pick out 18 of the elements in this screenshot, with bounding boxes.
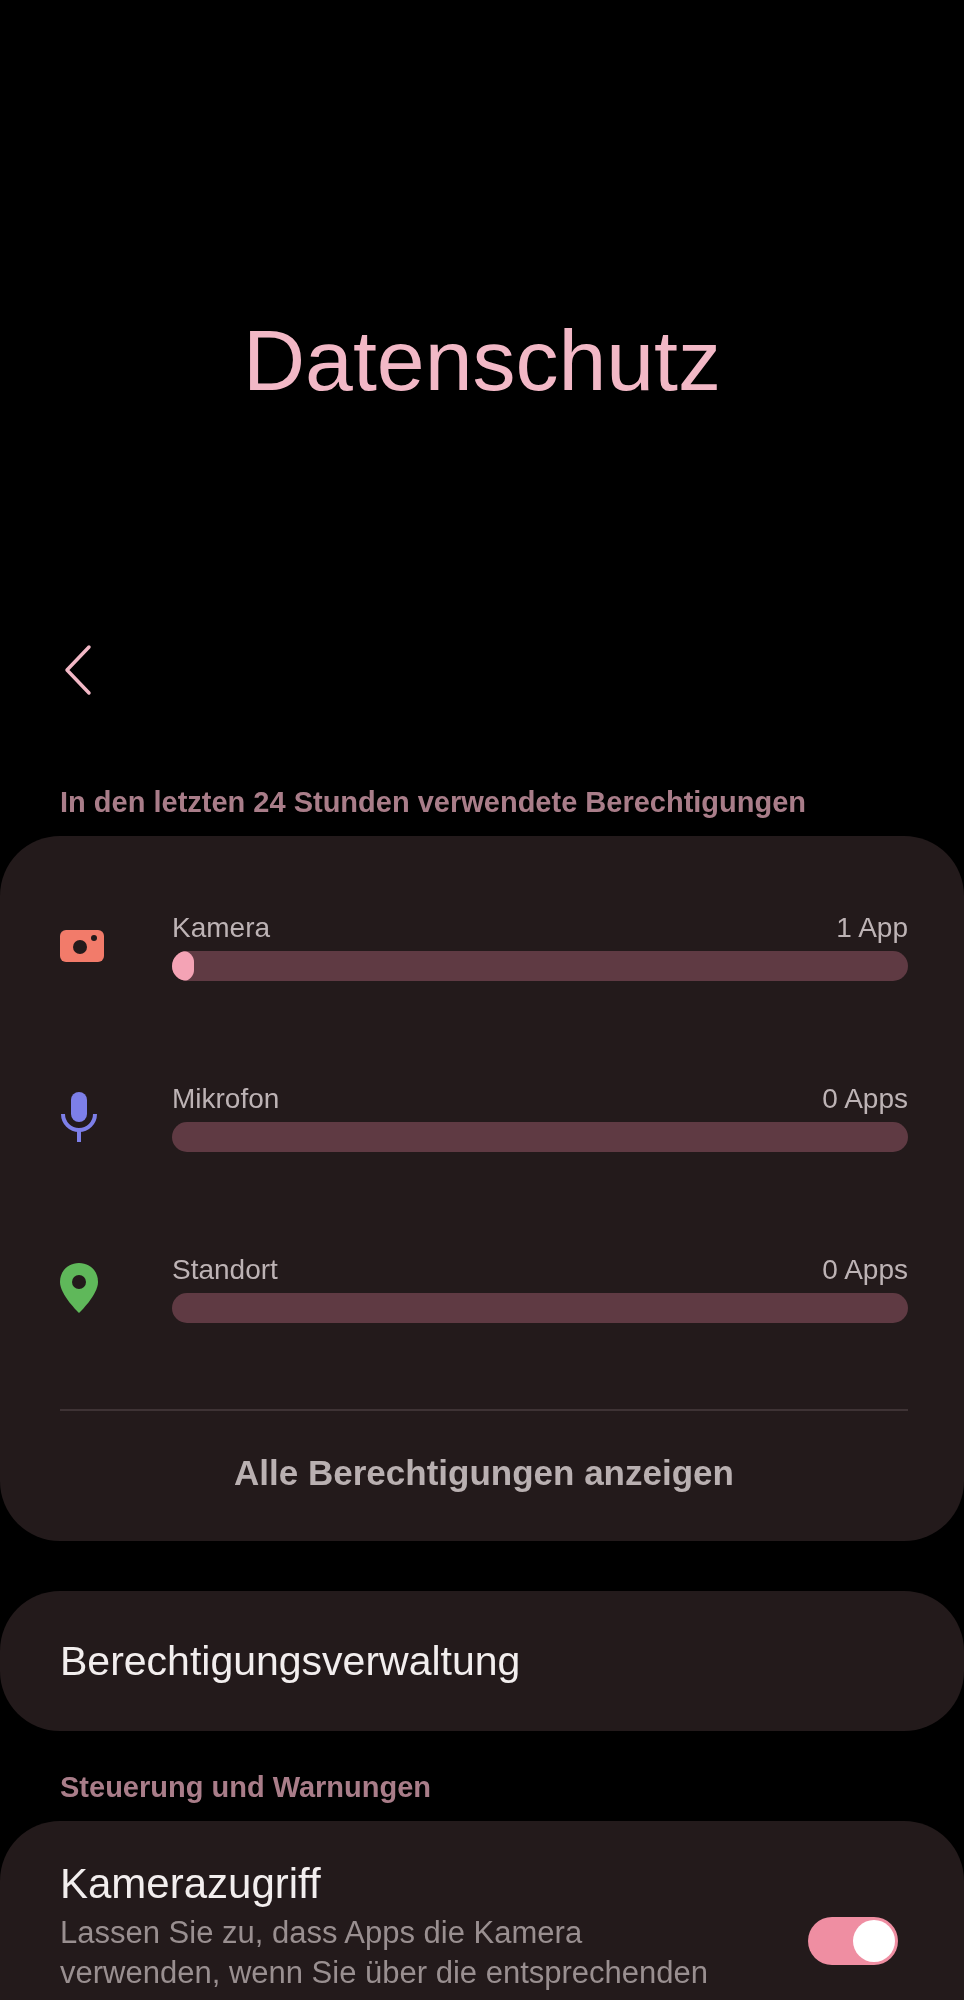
setting-title: Kamerazugriff: [60, 1859, 322, 1909]
permission-label: Kamera: [172, 910, 271, 945]
microphone-icon: [60, 1091, 98, 1142]
page-title: Datenschutz: [241, 311, 722, 408]
permission-label: Mikrofon: [172, 1081, 280, 1116]
show-all-permissions-button[interactable]: Alle Berechtigungen anzeigen: [234, 1445, 734, 1501]
section-header: Steuerung und Warnungen: [60, 1770, 433, 1805]
toggle-switch[interactable]: [808, 1917, 898, 1965]
permission-label: Standort: [172, 1252, 278, 1287]
app-count: 0 Apps: [822, 1081, 908, 1116]
section-header: In den letzten 24 Stunden verwendete Berechtigungen: [60, 785, 808, 820]
permission-manager-item[interactable]: Berechtigungsverwaltung: [0, 1591, 964, 1731]
camera-icon: [60, 929, 104, 962]
location-pin-icon: [60, 1262, 98, 1313]
back-icon[interactable]: [64, 644, 92, 696]
setting-description: Lassen Sie zu, dass Apps die Kamera verwenden, wenn Sie über die entsprechenden: [60, 1914, 709, 1992]
app-count: 0 Apps: [822, 1252, 908, 1287]
app-count: 1 App: [836, 910, 908, 945]
